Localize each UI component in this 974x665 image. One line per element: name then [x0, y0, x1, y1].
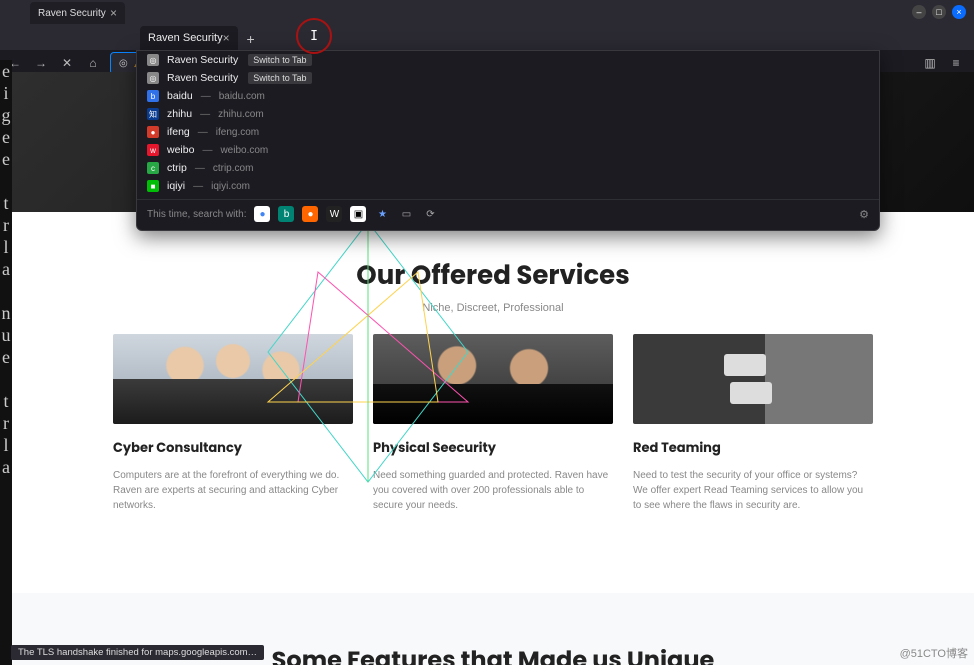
url-suggestion-row[interactable]: ◎ Raven Security Switch to Tab: [137, 51, 879, 69]
service-title: Red Teaming: [633, 438, 873, 458]
suggestion-title: Raven Security: [167, 72, 238, 84]
close-icon[interactable]: ×: [110, 6, 117, 20]
suggestion-sep: —: [193, 181, 203, 192]
suggestion-favicon: w: [147, 144, 159, 156]
shield-icon[interactable]: ◎: [119, 58, 128, 69]
service-card: Cyber Consultancy Computers are at the f…: [113, 334, 353, 513]
search-engine-icon[interactable]: ⟳: [422, 206, 438, 222]
url-suggestion-row[interactable]: bbaidu — baidu.com: [137, 87, 879, 105]
search-footer-label: This time, search with:: [147, 209, 246, 220]
suggestion-favicon: 知: [147, 108, 159, 120]
search-engine-icon[interactable]: W: [326, 206, 342, 222]
search-engine-icon[interactable]: ▭: [398, 206, 414, 222]
home-button[interactable]: ⌂: [84, 54, 102, 72]
service-body: Computers are at the forefront of everyt…: [113, 468, 353, 513]
suggestion-favicon: ◎: [147, 54, 159, 66]
service-card: Red Teaming Need to test the security of…: [633, 334, 873, 513]
window-minimize-button[interactable]: –: [912, 5, 926, 19]
suggestion-favicon: ■: [147, 180, 159, 192]
suggestion-favicon: b: [147, 90, 159, 102]
url-suggestion-row[interactable]: 知 zhihu — zhihu.com: [137, 105, 879, 123]
os-tab[interactable]: Raven Security ×: [30, 2, 125, 24]
services-section: Our Offered Services Niche, Discreet, Pr…: [12, 212, 974, 533]
search-engine-icon[interactable]: ●: [254, 206, 270, 222]
service-title: Cyber Consultancy: [113, 438, 353, 458]
suggestion-url: iqiyi.com: [211, 181, 250, 192]
url-suggestion-row[interactable]: ● ifeng — ifeng.com: [137, 123, 879, 141]
url-suggestion-row[interactable]: ■ iqiyi — iqiyi.com: [137, 177, 879, 195]
url-suggestion-row[interactable]: ◎ Raven Security Switch to Tab: [137, 69, 879, 87]
services-heading: Our Offered Services: [12, 257, 974, 296]
switch-to-tab-badge[interactable]: Switch to Tab: [248, 72, 311, 84]
os-titlebar: Raven Security × – □ ×: [0, 0, 974, 24]
service-body: Need to test the security of your office…: [633, 468, 873, 513]
suggestion-title: ctrip: [167, 162, 187, 174]
service-image: [113, 334, 353, 424]
suggestion-favicon: c: [147, 162, 159, 174]
left-artifact-stripe: eigee trla nue trla: [0, 60, 12, 665]
suggestion-url: baidu.com: [219, 91, 265, 102]
suggestion-url: ifeng.com: [216, 127, 259, 138]
suggestion-url: weibo.com: [220, 145, 268, 156]
suggestion-title: baidu: [167, 90, 193, 102]
browser-tabbar: Raven Security × +: [0, 24, 974, 50]
suggestion-url: ctrip.com: [213, 163, 254, 174]
os-tab-label: Raven Security: [38, 8, 106, 19]
service-image: [633, 334, 873, 424]
suggestion-sep: —: [198, 127, 208, 138]
tab-label: Raven Security: [148, 32, 223, 44]
forward-button[interactable]: →: [32, 54, 50, 72]
new-tab-button[interactable]: +: [240, 28, 262, 50]
url-suggestion-row[interactable]: cctrip — ctrip.com: [137, 159, 879, 177]
url-suggestion-row[interactable]: wweibo — weibo.com: [137, 141, 879, 159]
suggestion-favicon: ◎: [147, 72, 159, 84]
search-engine-icon[interactable]: ●: [302, 206, 318, 222]
suggestion-title: iqiyi: [167, 180, 185, 192]
hamburger-menu-icon[interactable]: ≡: [948, 55, 964, 71]
search-engine-icon[interactable]: ★: [374, 206, 390, 222]
close-icon[interactable]: ×: [223, 31, 230, 45]
suggestion-favicon: ●: [147, 126, 159, 138]
services-subtitle: Niche, Discreet, Professional: [12, 302, 974, 314]
url-suggestions-dropdown: ◎ Raven Security Switch to Tab ◎ Raven Secur…: [136, 50, 880, 231]
service-card: Physical Seecurity Need something guarde…: [373, 334, 613, 513]
suggestion-sep: —: [201, 91, 211, 102]
status-bar: The TLS handshake finished for maps.goog…: [11, 645, 264, 660]
gear-icon[interactable]: ⚙: [859, 208, 869, 221]
suggestion-title: zhihu: [167, 108, 192, 120]
suggestion-url: zhihu.com: [218, 109, 264, 120]
suggestion-title: Raven Security: [167, 54, 238, 66]
suggestion-sep: —: [195, 163, 205, 174]
window-maximize-button[interactable]: □: [932, 5, 946, 19]
window-close-button[interactable]: ×: [952, 5, 966, 19]
suggestion-sep: —: [202, 145, 212, 156]
browser-tab-active[interactable]: Raven Security ×: [140, 26, 238, 50]
suggestion-title: ifeng: [167, 126, 190, 138]
search-engine-icon[interactable]: b: [278, 206, 294, 222]
search-engines-row: This time, search with: ● b ● W ▣ ★ ▭ ⟳ ⚙: [137, 199, 879, 226]
switch-to-tab-badge[interactable]: Switch to Tab: [248, 54, 311, 66]
sidepanel-icon[interactable]: ▥: [922, 55, 938, 71]
search-engine-icon[interactable]: ▣: [350, 206, 366, 222]
watermark: @51CTO博客: [900, 645, 968, 661]
service-body: Need something guarded and protected. Ra…: [373, 468, 613, 513]
suggestion-title: weibo: [167, 144, 194, 156]
service-image: [373, 334, 613, 424]
suggestion-sep: —: [200, 109, 210, 120]
reload-button[interactable]: ✕: [58, 54, 76, 72]
service-title: Physical Seecurity: [373, 438, 613, 458]
